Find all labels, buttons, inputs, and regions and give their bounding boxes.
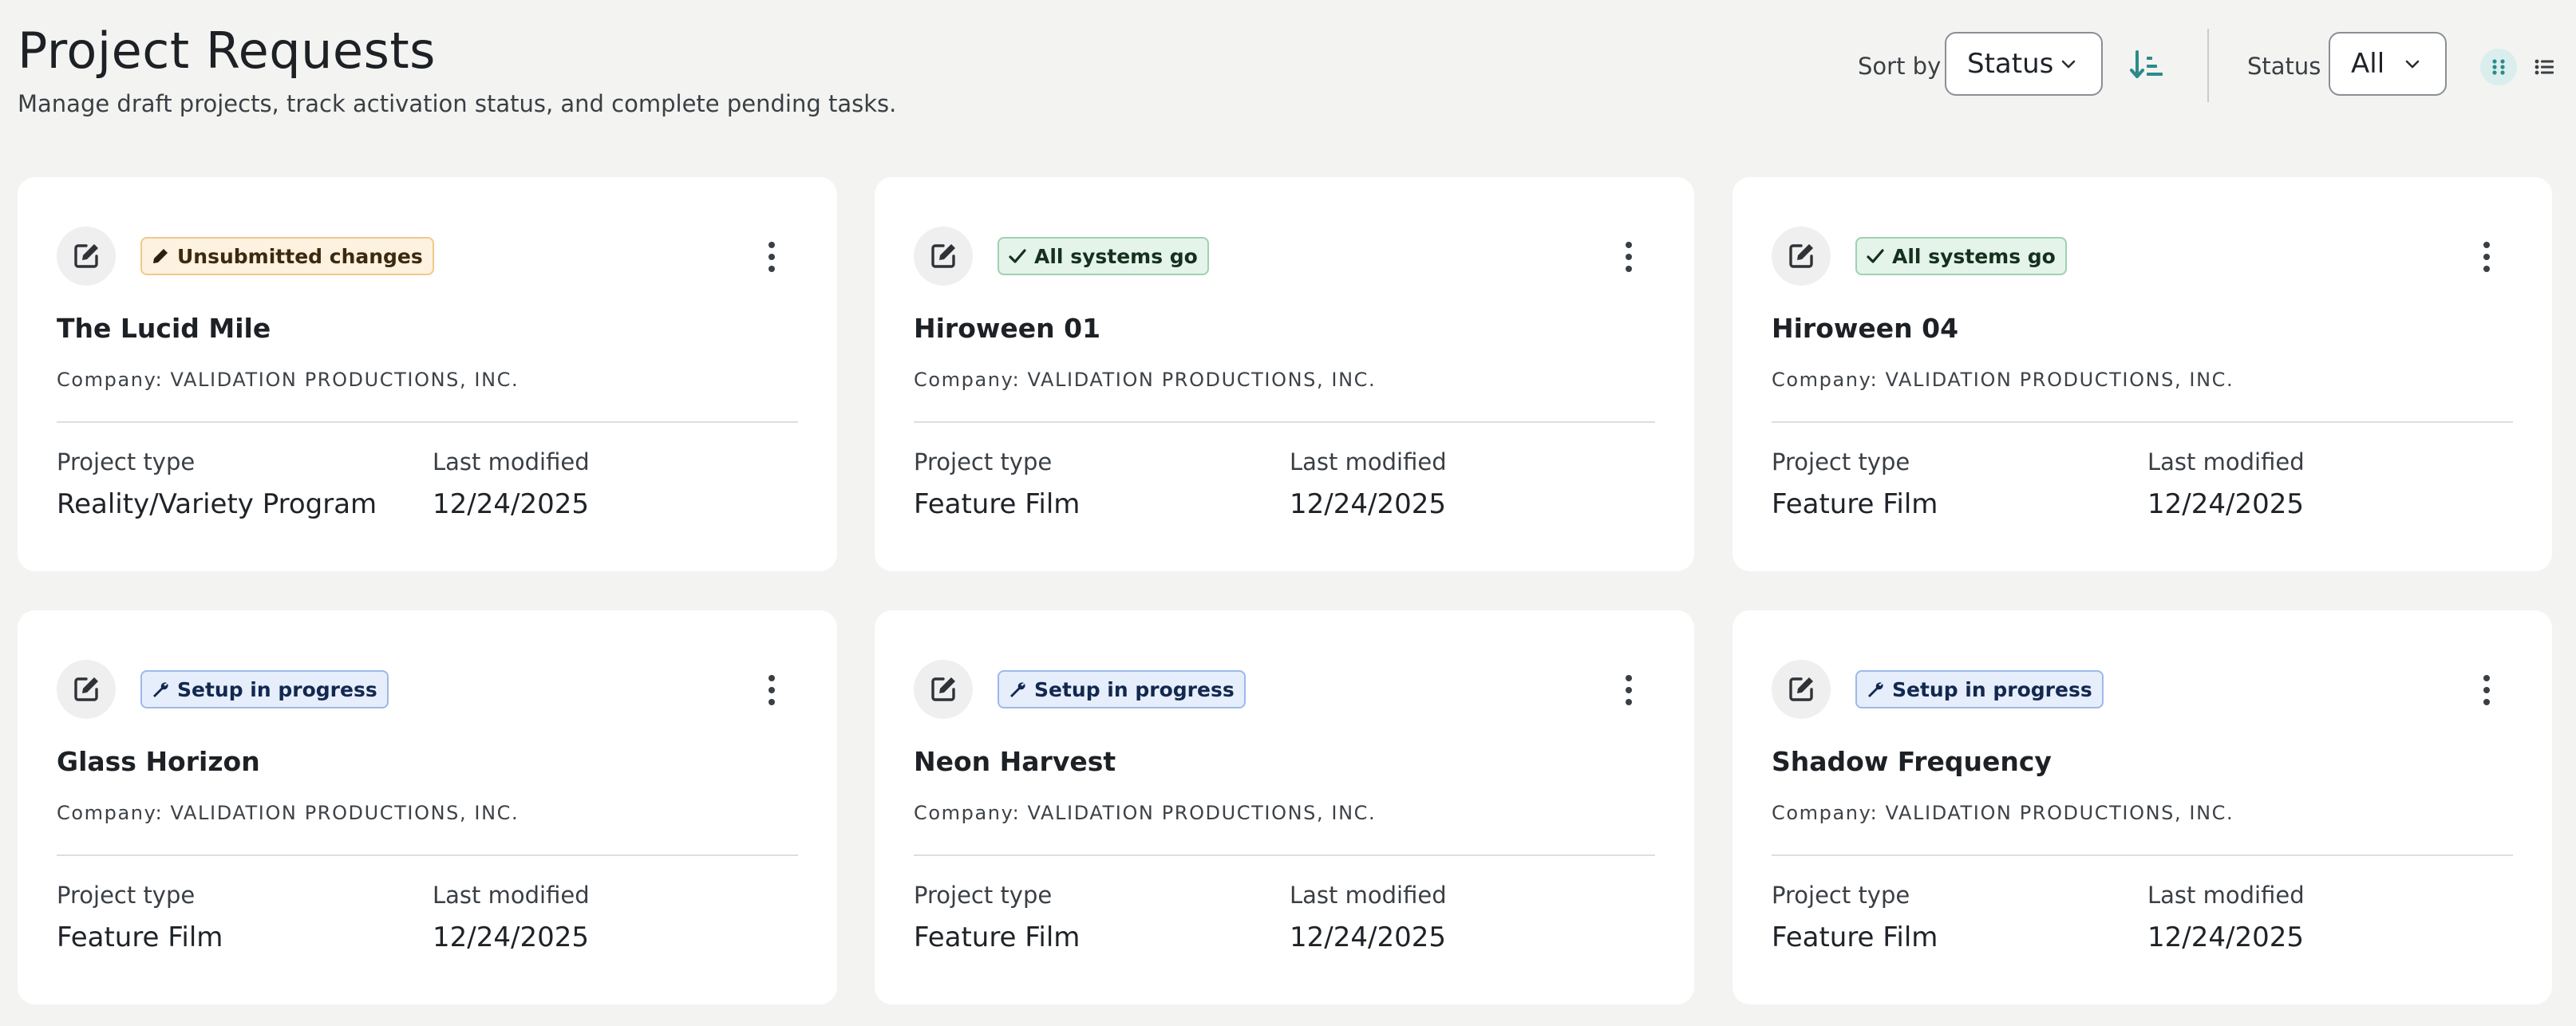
page-header: Project Requests Manage draft projects, … xyxy=(18,18,896,120)
project-card[interactable]: Setup in progress Glass Horizon Company:… xyxy=(18,610,837,1004)
status-label: Status xyxy=(2247,53,2321,80)
more-options-icon[interactable] xyxy=(756,668,788,712)
project-title: Neon Harvest xyxy=(914,746,1116,777)
project-type-value: Feature Film xyxy=(914,921,1081,953)
card-divider xyxy=(914,854,1655,856)
card-divider xyxy=(57,421,798,423)
last-modified-value: 12/24/2025 xyxy=(1290,488,1446,520)
status-badge: Setup in progress xyxy=(1855,670,2104,708)
edit-icon[interactable] xyxy=(914,227,973,286)
card-divider xyxy=(914,421,1655,423)
last-modified-label: Last modified xyxy=(2147,882,2305,909)
status-value: All xyxy=(2351,48,2385,80)
status-badge-text: Setup in progress xyxy=(177,677,377,701)
chevron-down-icon xyxy=(2056,52,2080,76)
status-badge-text: All systems go xyxy=(1034,244,1198,268)
project-type-label: Project type xyxy=(1772,882,1910,909)
status-badge: Setup in progress xyxy=(998,670,1246,708)
card-divider xyxy=(57,854,798,856)
wrench-icon xyxy=(1865,679,1886,700)
last-modified-value: 12/24/2025 xyxy=(1290,921,1446,953)
last-modified-value: 12/24/2025 xyxy=(2147,921,2304,953)
project-company: Company: VALIDATION PRODUCTIONS, INC. xyxy=(1772,802,2234,824)
wrench-icon xyxy=(1007,679,1028,700)
project-company: Company: VALIDATION PRODUCTIONS, INC. xyxy=(1772,369,2234,391)
status-badge: Unsubmitted changes xyxy=(140,237,434,275)
status-badge-text: All systems go xyxy=(1892,244,2056,268)
project-title: The Lucid Mile xyxy=(57,313,271,344)
status-badge: Setup in progress xyxy=(140,670,389,708)
check-icon xyxy=(1007,246,1028,266)
last-modified-value: 12/24/2025 xyxy=(2147,488,2304,520)
more-options-icon[interactable] xyxy=(1613,668,1645,712)
edit-icon[interactable] xyxy=(57,660,116,719)
pencil-icon xyxy=(150,246,171,266)
last-modified-label: Last modified xyxy=(433,882,590,909)
project-card[interactable]: All systems go Hiroween 01 Company: VALI… xyxy=(875,177,1694,571)
card-divider xyxy=(1772,854,2513,856)
project-type-value: Feature Film xyxy=(1772,488,1938,520)
project-card[interactable]: All systems go Hiroween 04 Company: VALI… xyxy=(1732,177,2552,571)
status-badge: All systems go xyxy=(1855,237,2067,275)
project-card[interactable]: Setup in progress Neon Harvest Company: … xyxy=(875,610,1694,1004)
project-company: Company: VALIDATION PRODUCTIONS, INC. xyxy=(57,802,520,824)
last-modified-label: Last modified xyxy=(433,448,590,476)
page-subtitle: Manage draft projects, track activation … xyxy=(18,90,897,117)
project-title: Hiroween 04 xyxy=(1772,313,1959,344)
wrench-icon xyxy=(150,679,171,700)
status-select[interactable]: All xyxy=(2329,32,2447,96)
last-modified-value: 12/24/2025 xyxy=(433,488,589,520)
grid-view-icon[interactable] xyxy=(2480,49,2517,85)
sort-by-select[interactable]: Status xyxy=(1945,32,2103,96)
project-type-label: Project type xyxy=(57,448,196,476)
more-options-icon[interactable] xyxy=(1613,235,1645,279)
project-company: Company: VALIDATION PRODUCTIONS, INC. xyxy=(914,802,1377,824)
last-modified-label: Last modified xyxy=(1290,882,1447,909)
project-type-value: Feature Film xyxy=(914,488,1081,520)
sort-by-label: Sort by xyxy=(1858,53,1942,80)
project-type-label: Project type xyxy=(1772,448,1910,476)
project-type-label: Project type xyxy=(914,448,1053,476)
project-title: Hiroween 01 xyxy=(914,313,1101,344)
last-modified-label: Last modified xyxy=(2147,448,2305,476)
chevron-down-icon xyxy=(2400,52,2424,76)
project-title: Glass Horizon xyxy=(57,746,260,777)
card-divider xyxy=(1772,421,2513,423)
page-title: Project Requests xyxy=(18,22,436,80)
project-card[interactable]: Setup in progress Shadow Frequency Compa… xyxy=(1732,610,2552,1004)
project-type-label: Project type xyxy=(57,882,196,909)
project-type-label: Project type xyxy=(914,882,1053,909)
list-view-icon[interactable] xyxy=(2527,49,2563,85)
edit-icon[interactable] xyxy=(57,227,116,286)
project-type-value: Feature Film xyxy=(57,921,223,953)
edit-icon[interactable] xyxy=(914,660,973,719)
project-type-value: Feature Film xyxy=(1772,921,1938,953)
project-company: Company: VALIDATION PRODUCTIONS, INC. xyxy=(57,369,520,391)
check-icon xyxy=(1865,246,1886,266)
status-badge-text: Setup in progress xyxy=(1034,677,1235,701)
more-options-icon[interactable] xyxy=(2471,235,2503,279)
edit-icon[interactable] xyxy=(1772,660,1831,719)
edit-icon[interactable] xyxy=(1772,227,1831,286)
project-company: Company: VALIDATION PRODUCTIONS, INC. xyxy=(914,369,1377,391)
sort-direction-icon[interactable] xyxy=(2125,45,2170,86)
status-badge-text: Unsubmitted changes xyxy=(177,244,423,268)
sort-by-value: Status xyxy=(1967,48,2054,80)
project-title: Shadow Frequency xyxy=(1772,746,2052,777)
more-options-icon[interactable] xyxy=(2471,668,2503,712)
project-card[interactable]: Unsubmitted changes The Lucid Mile Compa… xyxy=(18,177,837,571)
status-badge: All systems go xyxy=(998,237,1209,275)
status-badge-text: Setup in progress xyxy=(1892,677,2092,701)
project-type-value: Reality/Variety Program xyxy=(57,488,377,520)
toolbar-divider xyxy=(2207,29,2209,102)
more-options-icon[interactable] xyxy=(756,235,788,279)
toolbar: Sort by Status Status All xyxy=(1698,29,2576,102)
last-modified-value: 12/24/2025 xyxy=(433,921,589,953)
last-modified-label: Last modified xyxy=(1290,448,1447,476)
